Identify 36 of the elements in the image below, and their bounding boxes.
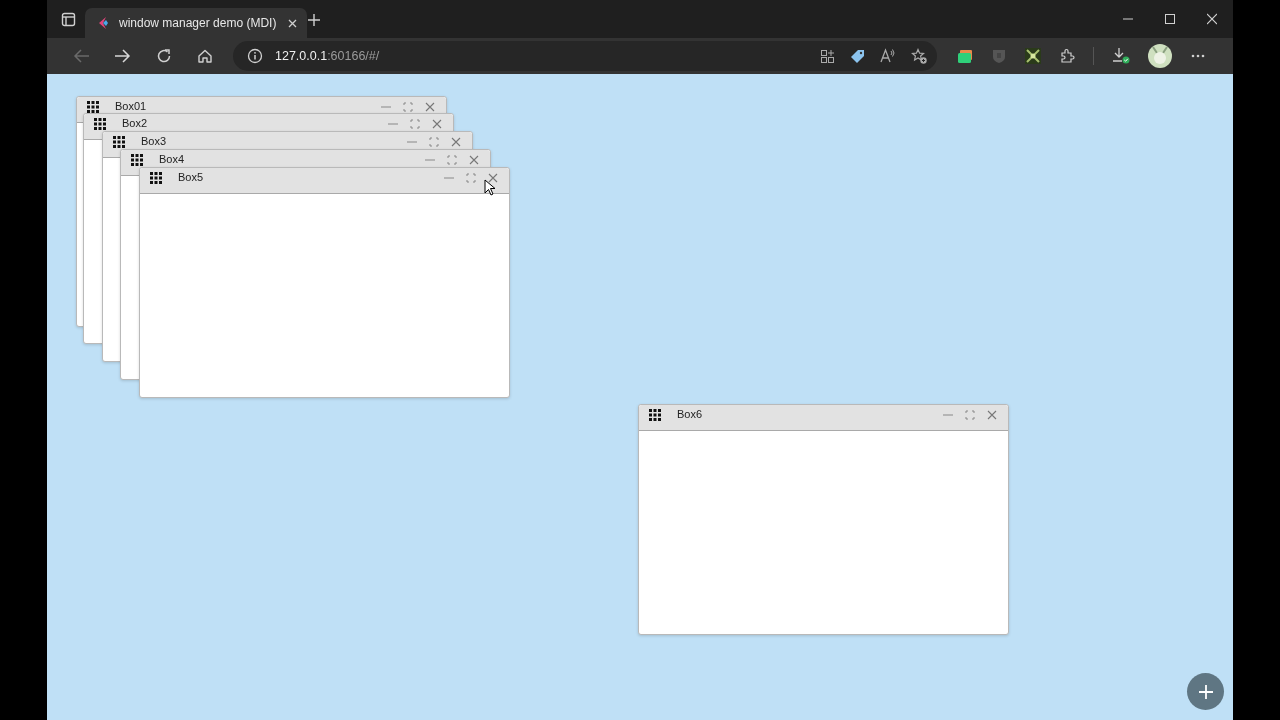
folder-icon[interactable] [957,48,973,64]
window-title: Box6 [677,408,704,420]
download-icon[interactable] [1112,47,1130,65]
grid-icon [131,154,143,166]
forward-arrow-icon[interactable] [114,48,131,64]
refresh-icon[interactable] [155,48,172,64]
new-tab-icon[interactable] [307,13,321,27]
grid-icon [113,136,125,148]
grid-icon [649,409,661,421]
favorites-icon[interactable] [911,48,927,64]
grid-icon [94,118,106,130]
app-logo-icon [97,16,110,30]
maximize-icon[interactable] [1165,13,1175,25]
grid-icon [150,172,162,184]
extensions-icon[interactable] [1059,48,1075,64]
window-title: Box01 [115,100,148,112]
window-title: Box3 [141,135,168,147]
cursor-icon [484,179,496,196]
window-title: Box4 [159,153,186,165]
info-icon[interactable] [247,48,263,64]
avatar-icon[interactable] [1148,44,1172,68]
tab-title: window manager demo (MDI) [119,16,278,30]
extension-image-icon[interactable] [1025,48,1041,64]
read-aloud-icon[interactable] [880,48,896,64]
url-text: 127.0.0.1:60166/#/ [275,49,381,63]
window-title: Box2 [122,117,149,129]
apps-icon[interactable] [820,48,835,64]
add-window-button[interactable] [1187,673,1224,710]
browser-tab[interactable]: window manager demo (MDI) [85,8,307,38]
grid-icon [87,101,99,113]
home-icon[interactable] [196,48,213,64]
tag-icon[interactable] [850,48,865,64]
address-bar[interactable]: 127.0.0.1:60166/#/ [233,41,937,71]
tab-actions-icon[interactable] [61,12,76,27]
window-title: Box5 [178,171,205,183]
plus-icon [1198,684,1213,699]
